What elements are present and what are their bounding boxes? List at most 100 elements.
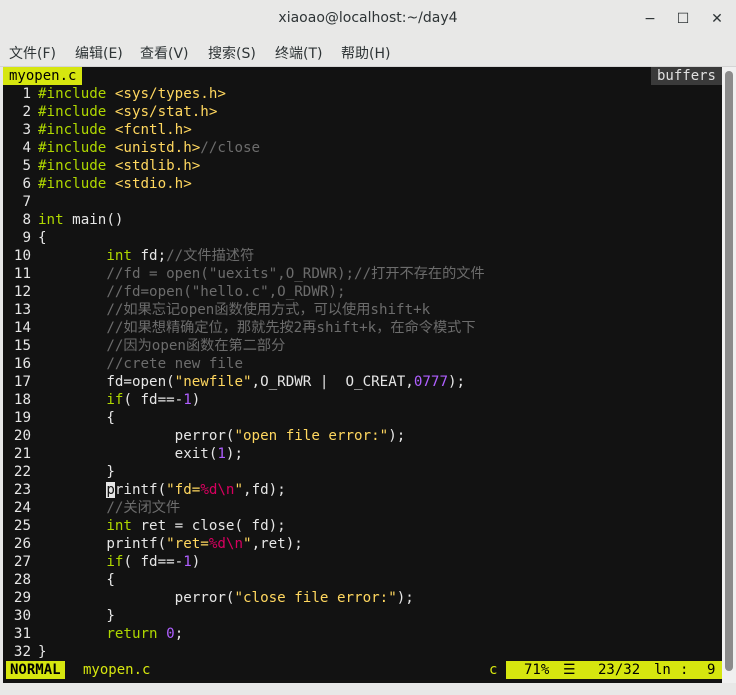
code-token: "close file error:" — [234, 590, 397, 606]
title-bar[interactable]: xiaoao@localhost:~/day4 − ☐ ✕ — [0, 0, 736, 39]
menu-edit[interactable]: 编辑(E) — [75, 43, 123, 63]
code-token: #include — [38, 158, 115, 174]
text-cursor: p — [106, 482, 115, 498]
code-line[interactable]: 1 #include <sys/types.h> — [3, 85, 722, 103]
line-number: 25 — [13, 518, 31, 534]
code-token: //因为open函数在第二部分 — [106, 338, 286, 354]
code-line[interactable]: 20 perror("open file error:"); — [3, 427, 722, 445]
menu-file[interactable]: 文件(F) — [9, 43, 56, 63]
code-text: { — [38, 229, 47, 247]
code-token: //文件描述符 — [166, 248, 255, 264]
code-line[interactable]: 29 perror("close file error:"); — [3, 589, 722, 607]
code-token: ,fd); — [243, 482, 286, 498]
code-line[interactable]: 13 //如果忘记open函数使用方式，可以使用shift+k — [3, 301, 722, 319]
code-token: 1 — [183, 392, 192, 408]
code-text: if( fd==-1) — [38, 553, 200, 571]
code-line[interactable]: 28 { — [3, 571, 722, 589]
code-line[interactable]: 4 #include <unistd.h>//close — [3, 139, 722, 157]
code-token: #include — [38, 140, 115, 156]
code-token: <fcntl.h> — [114, 122, 192, 138]
code-line[interactable]: 14 //如果想精确定位，那就先按2再shift+k，在命令模式下 — [3, 319, 722, 337]
code-line[interactable]: 21 exit(1); — [3, 445, 722, 463]
code-token: if — [106, 392, 124, 408]
menu-help[interactable]: 帮助(H) — [341, 43, 390, 63]
line-number: 20 — [13, 428, 31, 444]
menu-search[interactable]: 搜索(S) — [208, 43, 256, 63]
code-token: #include — [38, 86, 115, 102]
line-number: 18 — [13, 392, 31, 408]
close-button[interactable]: ✕ — [707, 9, 727, 29]
scrollbar-thumb[interactable] — [725, 71, 733, 671]
code-token: } — [38, 464, 115, 480]
line-number: 14 — [13, 320, 31, 336]
code-line[interactable]: 24 //关闭文件 — [3, 499, 722, 517]
status-percent: 71% — [524, 662, 550, 678]
code-line[interactable]: 2 #include <sys/stat.h> — [3, 103, 722, 121]
code-token: } — [38, 644, 47, 660]
terminal-scrollbar[interactable] — [722, 67, 736, 683]
code-line[interactable]: 9{ — [3, 229, 722, 247]
status-separator: : — [680, 662, 689, 678]
code-line[interactable]: 23 printf("fd=%d\n",fd); — [3, 481, 722, 499]
line-number: 28 — [13, 572, 31, 588]
code-line[interactable]: 8 int main() — [3, 211, 722, 229]
code-line[interactable]: 6 #include <stdio.h> — [3, 175, 722, 193]
status-ln-label: ln — [654, 662, 671, 678]
code-text: } — [38, 607, 115, 625]
line-number: 22 — [13, 464, 31, 480]
code-line[interactable]: 22 } — [3, 463, 722, 481]
code-token: ; — [174, 626, 184, 642]
code-line[interactable]: 17 fd=open("newfile",O_RDWR | O_CREAT,07… — [3, 373, 722, 391]
code-line[interactable]: 10 int fd;//文件描述符 — [3, 247, 722, 265]
code-line[interactable]: 32} — [3, 643, 722, 661]
code-line[interactable]: 18 if( fd==-1) — [3, 391, 722, 409]
code-line[interactable]: 11 //fd = open("uexits",O_RDWR);//打开不存在的… — [3, 265, 722, 283]
code-token: #include — [38, 122, 115, 138]
code-token: main() — [63, 212, 124, 228]
code-token: ); — [396, 590, 414, 606]
code-token: printf( — [38, 536, 167, 552]
code-token: int — [106, 248, 132, 264]
code-text: printf("ret=%d\n",ret); — [38, 535, 302, 553]
status-column: 9 — [707, 662, 716, 678]
code-line[interactable]: 3 #include <fcntl.h> — [3, 121, 722, 139]
code-line[interactable]: 30 } — [3, 607, 722, 625]
menu-terminal[interactable]: 终端(T) — [275, 43, 322, 63]
code-editor[interactable]: 1 #include <sys/types.h> 2 #include <sys/st… — [3, 85, 722, 661]
line-number: 6 — [22, 176, 31, 192]
code-token: ); — [388, 428, 406, 444]
code-line[interactable]: 16 //crete new file — [3, 355, 722, 373]
line-number: 19 — [13, 410, 31, 426]
code-text: #include <sys/types.h> — [38, 85, 226, 103]
terminal-area[interactable]: myopen.c buffers 1 #include <sys/types.h>… — [3, 67, 722, 683]
maximize-button[interactable]: ☐ — [673, 9, 693, 29]
code-token: #include — [38, 176, 115, 192]
status-filename: myopen.c — [83, 662, 151, 678]
code-line[interactable]: 26 printf("ret=%d\n",ret); — [3, 535, 722, 553]
code-line[interactable]: 27 if( fd==-1) — [3, 553, 722, 571]
tab-myopen-c[interactable]: myopen.c — [3, 67, 83, 85]
code-text: #include <unistd.h>//close — [38, 139, 260, 157]
line-number: 17 — [13, 374, 31, 390]
code-token: <stdlib.h> — [114, 158, 201, 174]
menu-bar: 文件(F) 编辑(E) 查看(V) 搜索(S) 终端(T) 帮助(H) — [0, 38, 736, 67]
code-token: 0 — [166, 626, 175, 642]
menu-view[interactable]: 查看(V) — [140, 43, 189, 63]
code-line[interactable]: 19 { — [3, 409, 722, 427]
code-line[interactable]: 25 int ret = close( fd); — [3, 517, 722, 535]
minimize-button[interactable]: − — [640, 9, 660, 29]
line-number: 3 — [22, 122, 31, 138]
code-line[interactable]: 12 //fd=open("hello.c",O_RDWR); — [3, 283, 722, 301]
line-number: 29 — [13, 590, 31, 606]
code-token: //关闭文件 — [106, 500, 181, 516]
vim-tabline: myopen.c buffers — [3, 67, 722, 85]
code-line[interactable]: 15 //因为open函数在第二部分 — [3, 337, 722, 355]
code-line[interactable]: 7 — [3, 193, 722, 211]
code-line[interactable]: 5 #include <stdlib.h> — [3, 157, 722, 175]
code-line[interactable]: 31 return 0; — [3, 625, 722, 643]
